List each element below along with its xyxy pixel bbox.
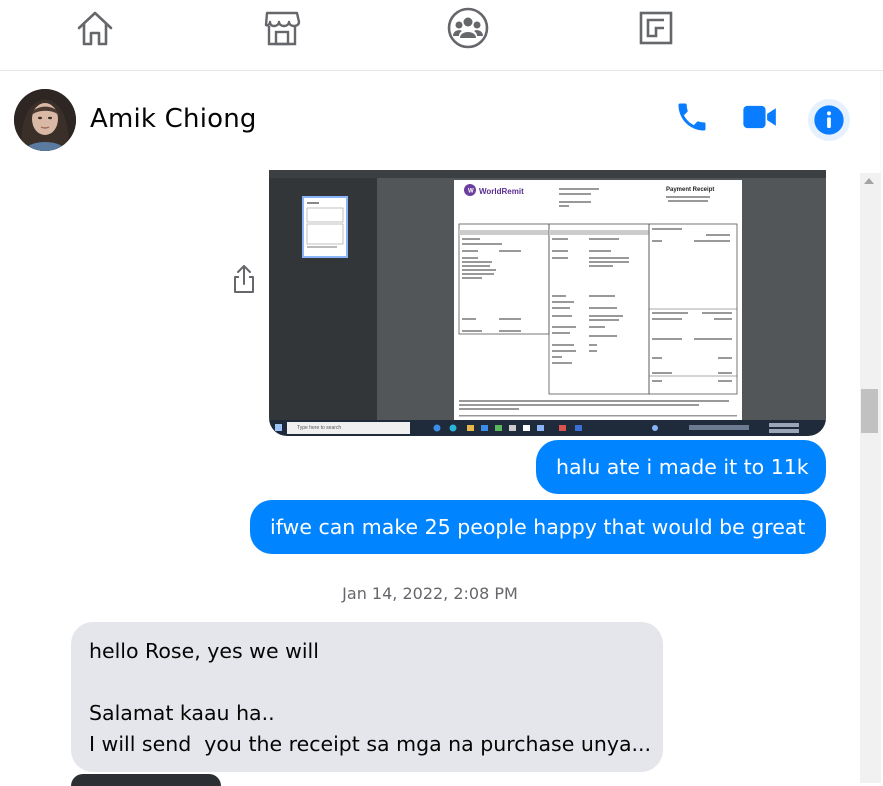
chat-header: Amik Chiong bbox=[0, 71, 880, 174]
message-line: I will send you the receipt sa mga na pu… bbox=[89, 732, 652, 756]
outgoing-message[interactable]: ifwe can make 25 people happy that would… bbox=[250, 500, 826, 554]
top-navigation bbox=[0, 0, 883, 71]
share-icon[interactable] bbox=[230, 262, 258, 298]
gaming-icon[interactable] bbox=[634, 6, 678, 50]
scroll-up-arrow[interactable] bbox=[864, 178, 874, 184]
message-line: Salamat kaau ha.. bbox=[89, 701, 275, 725]
contact-name[interactable]: Amik Chiong bbox=[90, 104, 257, 134]
page-thumbnail bbox=[302, 196, 348, 258]
receipt-title: Payment Receipt bbox=[666, 187, 715, 193]
info-icon[interactable] bbox=[808, 99, 850, 141]
message-timestamp: Jan 14, 2022, 2:08 PM bbox=[342, 584, 518, 603]
incoming-message[interactable]: hello Rose, yes we will Salamat kaau ha.… bbox=[71, 622, 663, 772]
marketplace-icon[interactable] bbox=[260, 6, 304, 50]
viewer-sidebar bbox=[269, 178, 377, 420]
receipt-brand: WorldRemit bbox=[479, 187, 524, 196]
avatar[interactable] bbox=[14, 89, 76, 151]
message-line: hello Rose, yes we will bbox=[89, 639, 319, 663]
outgoing-message[interactable]: halu ate i made it to 11k bbox=[536, 440, 826, 494]
home-icon[interactable] bbox=[73, 6, 117, 50]
video-icon[interactable] bbox=[740, 97, 780, 137]
scrollbar-thumb[interactable] bbox=[861, 389, 878, 433]
scrollbar-track[interactable] bbox=[860, 173, 881, 783]
receipt-image-message[interactable]: W WorldRemit Payment Receipt Type here t… bbox=[269, 170, 826, 436]
receipt-page: W WorldRemit Payment Receipt bbox=[454, 180, 742, 420]
os-taskbar: Type here to search bbox=[269, 420, 826, 436]
message-line bbox=[89, 667, 645, 698]
phone-icon[interactable] bbox=[672, 97, 712, 137]
svg-text:W: W bbox=[468, 189, 474, 195]
groups-icon[interactable] bbox=[446, 6, 490, 50]
next-image-message[interactable] bbox=[71, 774, 221, 786]
viewer-toolbar bbox=[269, 170, 826, 178]
